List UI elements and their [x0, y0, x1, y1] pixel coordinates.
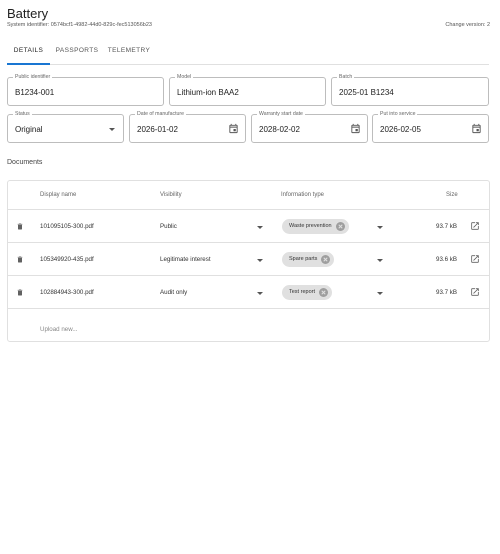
- chevron-down-icon[interactable]: [377, 292, 383, 295]
- system-identifier: System identifier: 0574bcf1-4982-44d0-82…: [7, 22, 152, 28]
- calendar-icon[interactable]: [350, 123, 361, 134]
- table-header: Display name Visibility Information type…: [8, 181, 489, 210]
- visibility-select[interactable]: Legitimate interest: [160, 256, 211, 263]
- table-row: 102884943-300.pdf Audit only Test report…: [8, 276, 489, 309]
- chip-clear-icon[interactable]: [321, 255, 331, 264]
- column-header-size: Size: [446, 192, 458, 198]
- table-row: 105349920-435.pdf Legitimate interest Sp…: [8, 243, 489, 276]
- field-value: 2028-02-02: [259, 125, 300, 134]
- chevron-down-icon: [109, 128, 115, 131]
- calendar-icon[interactable]: [471, 123, 482, 134]
- tab-details[interactable]: DETAILS: [7, 43, 50, 65]
- field-label: Date of manufacture: [135, 111, 187, 118]
- status-select[interactable]: Status Original: [7, 111, 124, 143]
- chip-clear-icon[interactable]: [335, 222, 345, 231]
- table-row: 101095105-300.pdf Public Waste preventio…: [8, 210, 489, 243]
- field-label: Put into service: [378, 111, 418, 118]
- document-name: 105349920-435.pdf: [40, 256, 94, 263]
- field-label: Warranty start date: [257, 111, 305, 118]
- open-in-new-icon[interactable]: [470, 221, 480, 231]
- open-in-new-icon[interactable]: [470, 287, 480, 297]
- chevron-down-icon[interactable]: [257, 292, 263, 295]
- documents-heading: Documents: [7, 159, 43, 166]
- field-label: Public identifier: [13, 74, 53, 81]
- field-value: Original: [15, 125, 43, 134]
- info-type-chip: Spare parts: [282, 252, 335, 267]
- chevron-down-icon[interactable]: [377, 226, 383, 229]
- visibility-select[interactable]: Public: [160, 223, 177, 230]
- file-size: 93.7 kB: [436, 289, 457, 296]
- change-version: Change version: 2: [445, 22, 490, 28]
- public-identifier-field[interactable]: Public identifier B1234-001: [7, 74, 164, 106]
- trash-icon[interactable]: [16, 288, 24, 297]
- field-value: Lithium-ion BAA2: [177, 88, 239, 97]
- file-size: 93.6 kB: [436, 256, 457, 263]
- tab-telemetry[interactable]: TELEMETRY: [105, 43, 153, 65]
- date-of-manufacture-field[interactable]: Date of manufacture 2026-01-02: [129, 111, 246, 143]
- field-value: B1234-001: [15, 88, 55, 97]
- chip-clear-icon[interactable]: [318, 288, 328, 297]
- tab-passports[interactable]: PASSPORTS: [52, 43, 102, 65]
- column-header-information-type: Information type: [281, 192, 325, 198]
- model-field[interactable]: Model Lithium-ion BAA2: [169, 74, 326, 106]
- warranty-start-date-field[interactable]: Warranty start date 2028-02-02: [251, 111, 368, 143]
- open-in-new-icon[interactable]: [470, 254, 480, 264]
- field-label: Model: [175, 74, 194, 81]
- chip-label: Waste prevention: [289, 223, 332, 229]
- chevron-down-icon[interactable]: [377, 259, 383, 262]
- batch-field[interactable]: Batch 2025-01 B1234: [331, 74, 489, 106]
- field-value: 2026-01-02: [137, 125, 178, 134]
- info-type-chip: Waste prevention: [282, 219, 349, 234]
- trash-icon[interactable]: [16, 255, 24, 264]
- trash-icon[interactable]: [16, 222, 24, 231]
- chip-label: Test report: [289, 289, 315, 295]
- column-header-visibility: Visibility: [160, 192, 182, 198]
- field-label: Batch: [337, 74, 355, 81]
- chevron-down-icon[interactable]: [257, 259, 263, 262]
- document-name: 102884943-300.pdf: [40, 289, 94, 296]
- tab-bar: DETAILS PASSPORTS TELEMETRY: [7, 43, 489, 65]
- field-value: 2025-01 B1234: [339, 88, 394, 97]
- field-label: Status: [13, 111, 32, 118]
- upload-new-link[interactable]: Upload new...: [40, 326, 78, 333]
- put-into-service-field[interactable]: Put into service 2026-02-05: [372, 111, 489, 143]
- visibility-select[interactable]: Audit only: [160, 289, 187, 296]
- file-size: 93.7 kB: [436, 223, 457, 230]
- field-value: 2026-02-05: [380, 125, 421, 134]
- tab-indicator: [7, 63, 50, 65]
- chevron-down-icon[interactable]: [257, 226, 263, 229]
- calendar-icon[interactable]: [228, 123, 239, 134]
- chip-label: Spare parts: [289, 256, 318, 262]
- document-name: 101095105-300.pdf: [40, 223, 94, 230]
- page-title: Battery: [7, 6, 49, 21]
- column-header-display-name: Display name: [40, 192, 77, 198]
- info-type-chip: Test report: [282, 285, 332, 300]
- documents-table: Display name Visibility Information type…: [7, 180, 490, 342]
